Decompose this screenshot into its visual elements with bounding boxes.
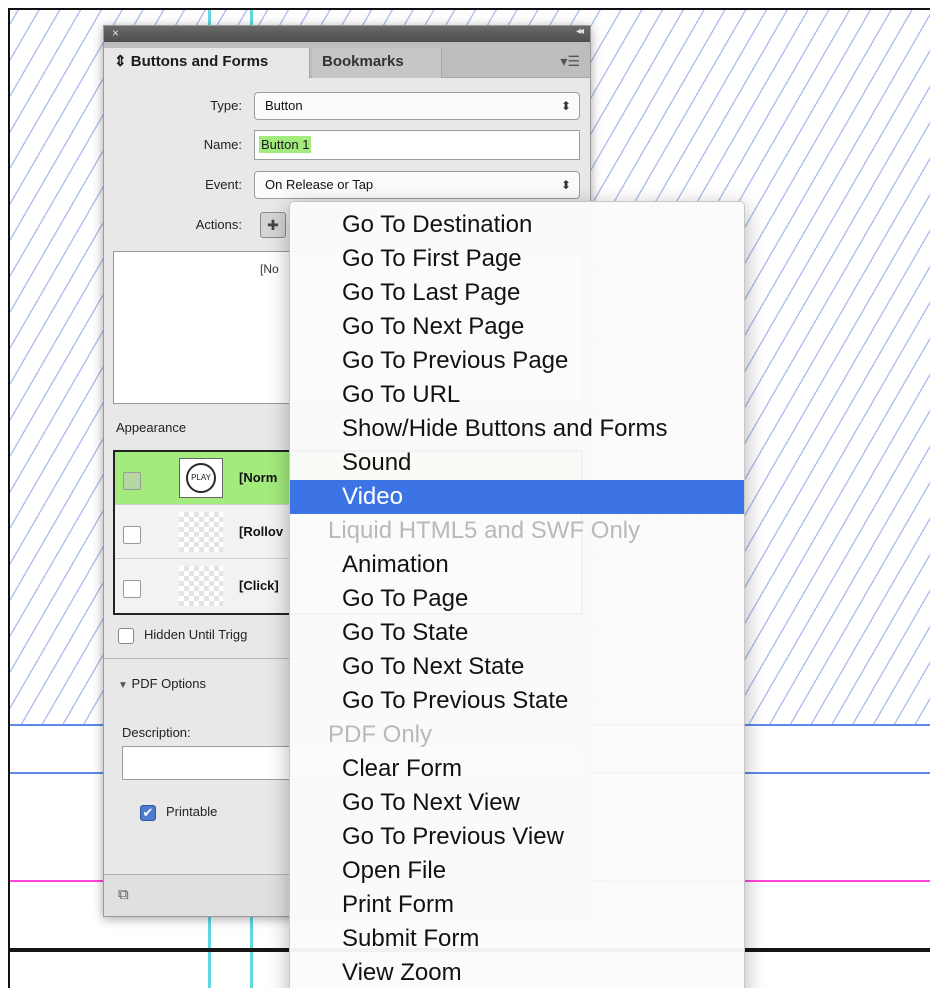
- updown-arrow-icon: ⬍: [560, 99, 571, 113]
- menu-item-show-hide-buttons-and-forms[interactable]: Show/Hide Buttons and Forms: [290, 412, 744, 446]
- tab-label: Buttons and Forms: [130, 53, 269, 70]
- preview-icon[interactable]: ⧉: [118, 886, 129, 903]
- state-label: [Rollov: [239, 524, 284, 539]
- pdf-options-label: PDF Options: [131, 676, 206, 691]
- appearance-label: Appearance: [116, 420, 187, 435]
- collapse-icon[interactable]: ◂◂: [576, 26, 584, 37]
- type-select[interactable]: Button ⬍: [254, 92, 580, 120]
- tab-bookmarks[interactable]: Bookmarks: [312, 48, 442, 78]
- menu-item-go-to-next-page[interactable]: Go To Next Page: [290, 310, 744, 344]
- menu-item-video[interactable]: Video: [290, 480, 744, 514]
- checkbox-box: [118, 627, 134, 644]
- checkmark-icon: ✔: [140, 804, 156, 821]
- state-thumbnail: PLAY: [179, 458, 223, 498]
- event-label: Event:: [205, 177, 242, 192]
- menu-item-clear-form[interactable]: Clear Form: [290, 752, 744, 786]
- menu-item-view-zoom[interactable]: View Zoom: [290, 956, 744, 988]
- play-icon: PLAY: [186, 463, 216, 493]
- menu-item-print-form[interactable]: Print Form: [290, 888, 744, 922]
- menu-section-header: Liquid HTML5 and SWF Only: [328, 517, 641, 544]
- menu-item-sound[interactable]: Sound: [290, 446, 744, 480]
- pdf-options-disclosure[interactable]: ▼ PDF Options: [118, 676, 206, 691]
- menu-item-go-to-state[interactable]: Go To State: [290, 616, 744, 650]
- menu-item-animation[interactable]: Animation: [290, 548, 744, 582]
- sort-icon: ⇕: [114, 53, 127, 70]
- close-icon[interactable]: ×: [112, 26, 119, 40]
- hidden-until-triggered-checkbox[interactable]: Hidden Until Trigg: [118, 627, 247, 644]
- name-field[interactable]: Button 1: [254, 130, 580, 160]
- menu-item-go-to-page[interactable]: Go To Page: [290, 582, 744, 616]
- tab-label: Bookmarks: [322, 53, 404, 70]
- state-label: [Click]: [239, 578, 279, 593]
- actions-popup-menu: Go To Destination Go To First Page Go To L…: [289, 201, 745, 988]
- type-label: Type:: [210, 98, 242, 113]
- hidden-until-triggered-label: Hidden Until Trigg: [144, 627, 248, 642]
- name-label: Name:: [203, 137, 242, 152]
- panel-titlebar[interactable]: × ◂◂: [104, 26, 590, 42]
- menu-item-submit-form[interactable]: Submit Form: [290, 922, 744, 956]
- event-value: On Release or Tap: [265, 177, 374, 192]
- menu-item-go-to-url[interactable]: Go To URL: [290, 378, 744, 412]
- menu-item-go-to-previous-view[interactable]: Go To Previous View: [290, 820, 744, 854]
- state-checkbox[interactable]: [123, 472, 141, 490]
- type-value: Button: [265, 98, 303, 113]
- printable-checkbox[interactable]: ✔ Printable: [140, 804, 217, 821]
- tab-buttons-and-forms[interactable]: ⇕ Buttons and Forms: [104, 48, 310, 78]
- menu-section-header: PDF Only: [328, 721, 433, 748]
- printable-label: Printable: [166, 804, 218, 819]
- menu-item-go-to-next-state[interactable]: Go To Next State: [290, 650, 744, 684]
- state-label: [Norm: [239, 470, 278, 485]
- menu-item-go-to-destination[interactable]: Go To Destination: [290, 208, 744, 242]
- event-select[interactable]: On Release or Tap ⬍: [254, 171, 580, 199]
- menu-item-go-to-previous-state[interactable]: Go To Previous State: [290, 684, 744, 718]
- actions-empty-text: [No: [260, 262, 279, 276]
- menu-item-go-to-previous-page[interactable]: Go To Previous Page: [290, 344, 744, 378]
- actions-label: Actions:: [195, 217, 242, 232]
- updown-arrow-icon: ⬍: [560, 178, 571, 192]
- menu-item-go-to-first-page[interactable]: Go To First Page: [290, 242, 744, 276]
- state-checkbox[interactable]: [123, 580, 141, 598]
- name-value: Button 1: [259, 136, 312, 153]
- add-action-button[interactable]: ✚: [260, 212, 286, 238]
- menu-item-go-to-next-view[interactable]: Go To Next View: [290, 786, 744, 820]
- state-thumbnail: [179, 566, 223, 606]
- description-label: Description:: [122, 725, 191, 740]
- panel-menu-icon[interactable]: ▾☰: [560, 53, 580, 70]
- state-checkbox[interactable]: [123, 526, 141, 544]
- menu-item-go-to-last-page[interactable]: Go To Last Page: [290, 276, 744, 310]
- menu-item-open-file[interactable]: Open File: [290, 854, 744, 888]
- panel-tabbar: ⇕ Buttons and Forms Bookmarks ▾☰: [104, 42, 590, 78]
- disclosure-triangle-icon: ▼: [118, 680, 128, 691]
- state-thumbnail: [179, 512, 223, 552]
- plus-icon: ✚: [267, 217, 279, 233]
